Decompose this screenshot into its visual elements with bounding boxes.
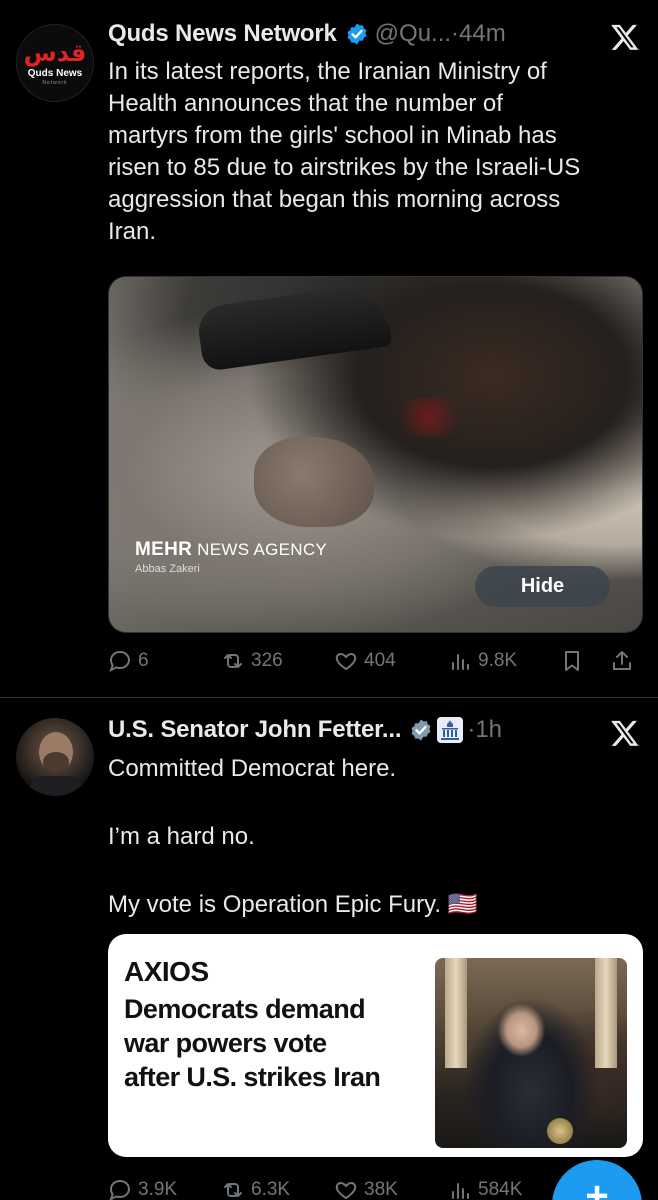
tweet-text-line: aggression that began this morning acros… [108,186,561,213]
repost-button[interactable]: 6.3K [221,1174,290,1200]
photo-column-shape [595,958,617,1068]
tweet-header: Quds News Network @Qu... · 44m [108,20,506,48]
views-count: 584K [478,1179,523,1200]
views-button[interactable]: 584K [448,1174,522,1200]
reply-icon [108,1178,138,1200]
link-preview-card[interactable]: AXIOS Democrats demand war powers vote a… [108,934,643,1157]
repost-count: 326 [251,650,283,671]
separator-dot: · [451,20,460,47]
repost-count: 6.3K [251,1179,291,1200]
watermark-agency: NEWS AGENCY [192,540,328,559]
watermark-credit: Abbas Zakeri [135,563,200,575]
reply-button[interactable]: 6 [108,645,149,677]
tweet-text-line: Iran. [108,218,157,245]
media-boot-shape [195,282,393,372]
media-shape [389,397,469,437]
photo-column-shape [445,958,467,1068]
tweet-text-blank [108,786,638,820]
podium-seal-shape [547,1118,573,1144]
capitol-affiliate-icon[interactable] [437,717,464,743]
tweet-text-line: In its latest reports, the Iranian Minis… [108,58,547,85]
avatar-sub-text: Network [42,79,68,86]
card-headline-line: war powers vote [124,1028,327,1058]
tweet-text-line: martyrs from the girls' school in Minab … [108,122,557,149]
watermark-brand: MEHR [135,539,193,560]
tweet-text-line: I’m a hard no. [108,823,255,850]
reply-button[interactable]: 3.9K [108,1174,177,1200]
heart-icon [334,1178,364,1200]
tweet-text: Committed Democrat here. I’m a hard no. … [108,752,638,922]
reply-icon [108,649,138,673]
timestamp[interactable]: 1h [475,716,502,744]
heart-icon [334,649,364,673]
share-button[interactable] [610,645,640,677]
reply-count: 6 [138,650,149,671]
media-watermark: MEHR NEWS AGENCY Abbas Zakeri [135,539,327,575]
tweet-header: U.S. Senator John Fetter... · 1h [108,716,502,744]
avatar-name-text: Quds News [27,67,83,79]
media-shape [254,437,374,527]
views-button[interactable]: 9.8K [448,645,517,677]
share-icon [610,649,640,673]
author-name[interactable]: Quds News Network [108,20,337,48]
tweet-quds-news[interactable]: قدس Quds News Network Quds News Network … [0,0,658,698]
verified-badge-gray-icon [409,718,433,742]
separator-dot: · [467,716,476,743]
timestamp[interactable]: 44m [459,20,506,48]
reply-count: 3.9K [138,1179,178,1200]
avatar-fetterman[interactable] [16,718,94,796]
avatar-arabic-text: قدس [23,38,87,67]
views-count: 9.8K [478,650,518,671]
tweet-text-line: risen to 85 due to airstrikes by the Isr… [108,154,581,181]
author-handle[interactable]: @Qu... [375,20,451,48]
timeline-feed: قدس Quds News Network Quds News Network … [0,0,658,1200]
author-name[interactable]: U.S. Senator John Fetter... [108,716,402,744]
like-count: 404 [364,650,396,671]
x-logo-icon[interactable] [610,718,640,748]
tweet-text-line: Committed Democrat here. [108,755,397,782]
tweet-text-line: My vote is Operation Epic Fury. 🇺🇸 [108,891,478,918]
card-headline-line: Democrats demand [124,994,366,1024]
tweet-text: In its latest reports, the Iranian Minis… [108,56,638,248]
card-headline: Democrats demand war powers vote after U… [124,992,414,1094]
tweet-media-image[interactable]: MEHR NEWS AGENCY Abbas Zakeri Hide [108,276,643,633]
verified-badge-icon [345,22,369,46]
bookmark-button[interactable] [560,645,590,677]
card-thumbnail-image [435,958,627,1148]
tweet-fetterman[interactable]: U.S. Senator John Fetter... · 1h Committ… [0,698,658,1200]
repost-icon [221,1178,251,1200]
repost-button[interactable]: 326 [221,645,283,677]
repost-icon [221,649,251,673]
views-bar-chart-icon [448,1178,478,1200]
like-button[interactable]: 38K [334,1174,398,1200]
tweet-actions: 6 326 404 9.8K [108,645,643,677]
like-count: 38K [364,1179,398,1200]
avatar-quds-news[interactable]: قدس Quds News Network [16,24,94,102]
like-button[interactable]: 404 [334,645,396,677]
tweet-text-blank [108,854,638,888]
tweet-text-line: Health announces that the number of [108,90,503,117]
views-bar-chart-icon [448,649,478,673]
x-logo-icon[interactable] [610,22,640,52]
card-headline-line: after U.S. strikes Iran [124,1062,381,1092]
hide-media-button[interactable]: Hide [475,566,610,607]
bookmark-icon [560,649,590,673]
axios-logo: AXIOS [124,956,209,987]
